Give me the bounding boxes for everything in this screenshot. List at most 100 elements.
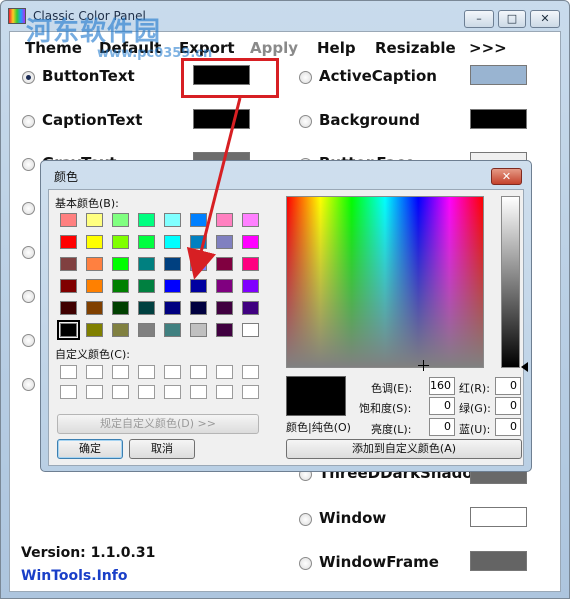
define-custom-colors-button[interactable]: 规定自定义颜色(D) >>	[57, 414, 259, 434]
option-activecaption[interactable]: ActiveCaption	[299, 67, 479, 91]
basic-color-swatch[interactable]	[216, 279, 233, 293]
custom-color-swatch[interactable]	[138, 385, 155, 399]
basic-color-swatch[interactable]	[164, 257, 181, 271]
basic-color-swatch[interactable]	[112, 235, 129, 249]
radio-hidden-3[interactable]	[22, 290, 35, 303]
basic-color-swatch[interactable]	[242, 279, 259, 293]
swatch-activecaption[interactable]	[470, 65, 527, 85]
custom-color-swatch[interactable]	[112, 385, 129, 399]
basic-color-swatch[interactable]	[242, 323, 259, 337]
custom-color-swatch[interactable]	[216, 385, 233, 399]
option-buttontext[interactable]: ButtonText	[22, 67, 202, 91]
dialog-title-bar[interactable]: 颜色 ✕	[41, 161, 531, 189]
option-captiontext[interactable]: CaptionText	[22, 111, 202, 135]
add-to-custom-colors-button[interactable]: 添加到自定义颜色(A)	[286, 439, 522, 459]
basic-color-swatch[interactable]	[138, 235, 155, 249]
basic-color-swatch[interactable]	[60, 257, 77, 271]
custom-color-swatch[interactable]	[164, 385, 181, 399]
radio-hidden-4[interactable]	[22, 334, 35, 347]
basic-color-swatch[interactable]	[86, 323, 103, 337]
custom-color-swatch[interactable]	[242, 365, 259, 379]
radio-hidden-5[interactable]	[22, 378, 35, 391]
basic-color-swatch[interactable]	[164, 235, 181, 249]
basic-color-swatch[interactable]	[190, 257, 207, 271]
custom-color-swatch[interactable]	[190, 385, 207, 399]
custom-color-swatch[interactable]	[242, 385, 259, 399]
basic-color-swatch[interactable]	[242, 257, 259, 271]
basic-color-swatch[interactable]	[216, 257, 233, 271]
luminance-slider[interactable]	[501, 196, 520, 368]
crosshair-cursor[interactable]	[418, 360, 429, 371]
radio-hidden-2[interactable]	[22, 246, 35, 259]
custom-color-swatch[interactable]	[216, 365, 233, 379]
basic-color-swatch[interactable]	[112, 323, 129, 337]
basic-color-swatch[interactable]	[138, 323, 155, 337]
basic-color-swatch[interactable]	[190, 323, 207, 337]
basic-color-swatch[interactable]	[60, 279, 77, 293]
menu-more[interactable]: >>>	[469, 39, 507, 57]
basic-color-swatch[interactable]	[242, 301, 259, 315]
basic-color-swatch[interactable]	[138, 279, 155, 293]
basic-color-swatch[interactable]	[60, 235, 77, 249]
dialog-close-button[interactable]: ✕	[491, 168, 522, 185]
basic-color-swatch[interactable]	[216, 213, 233, 227]
minimize-button[interactable]: –	[464, 10, 494, 28]
close-button[interactable]: ✕	[530, 10, 560, 28]
custom-color-swatch[interactable]	[60, 365, 77, 379]
basic-color-swatch[interactable]	[60, 213, 77, 227]
swatch-background[interactable]	[470, 109, 527, 129]
basic-color-swatch[interactable]	[190, 301, 207, 315]
custom-color-swatch[interactable]	[112, 365, 129, 379]
basic-color-swatch[interactable]	[86, 213, 103, 227]
basic-color-swatch[interactable]	[138, 257, 155, 271]
radio-windowframe[interactable]	[299, 557, 312, 570]
basic-color-swatch[interactable]	[164, 301, 181, 315]
custom-color-swatch[interactable]	[138, 365, 155, 379]
basic-color-swatch[interactable]	[242, 213, 259, 227]
option-windowframe[interactable]: WindowFrame	[299, 553, 479, 577]
radio-graytext[interactable]	[22, 158, 35, 171]
basic-color-swatch[interactable]	[216, 301, 233, 315]
radio-window[interactable]	[299, 513, 312, 526]
basic-color-swatch[interactable]	[60, 301, 77, 315]
swatch-windowframe[interactable]	[470, 551, 527, 571]
custom-color-swatch[interactable]	[86, 385, 103, 399]
basic-color-swatch[interactable]	[112, 213, 129, 227]
wintools-link[interactable]: WinTools.Info	[21, 568, 127, 584]
basic-color-swatch[interactable]	[112, 279, 129, 293]
basic-color-swatch[interactable]	[86, 301, 103, 315]
menu-resizable[interactable]: Resizable	[375, 39, 456, 57]
basic-color-swatch[interactable]	[112, 257, 129, 271]
basic-color-swatch[interactable]	[138, 213, 155, 227]
blue-input[interactable]: 0	[495, 418, 521, 436]
radio-background[interactable]	[299, 115, 312, 128]
green-input[interactable]: 0	[495, 397, 521, 415]
basic-color-swatch[interactable]	[86, 279, 103, 293]
menu-help[interactable]: Help	[317, 39, 356, 57]
option-background[interactable]: Background	[299, 111, 479, 135]
swatch-captiontext[interactable]	[193, 109, 250, 129]
basic-color-swatch[interactable]	[216, 323, 233, 337]
basic-color-swatch[interactable]	[86, 257, 103, 271]
cancel-button[interactable]: 取消	[129, 439, 195, 459]
basic-color-swatch[interactable]	[164, 323, 181, 337]
radio-hidden-1[interactable]	[22, 202, 35, 215]
hue-input[interactable]: 160	[429, 377, 455, 395]
basic-color-swatch[interactable]	[190, 235, 207, 249]
radio-buttontext[interactable]	[22, 71, 35, 84]
maximize-button[interactable]: □	[498, 10, 526, 28]
basic-color-swatch[interactable]	[190, 213, 207, 227]
red-input[interactable]: 0	[495, 377, 521, 395]
basic-color-swatch[interactable]	[138, 301, 155, 315]
ok-button[interactable]: 确定	[57, 439, 123, 459]
basic-color-swatch[interactable]	[164, 213, 181, 227]
color-spectrum[interactable]	[286, 196, 484, 371]
custom-color-swatch[interactable]	[60, 385, 77, 399]
custom-color-swatch[interactable]	[190, 365, 207, 379]
custom-color-swatch[interactable]	[164, 365, 181, 379]
custom-color-swatch[interactable]	[86, 365, 103, 379]
menu-apply[interactable]: Apply	[250, 39, 298, 57]
option-window[interactable]: Window	[299, 509, 479, 533]
radio-activecaption[interactable]	[299, 71, 312, 84]
swatch-window[interactable]	[470, 507, 527, 527]
